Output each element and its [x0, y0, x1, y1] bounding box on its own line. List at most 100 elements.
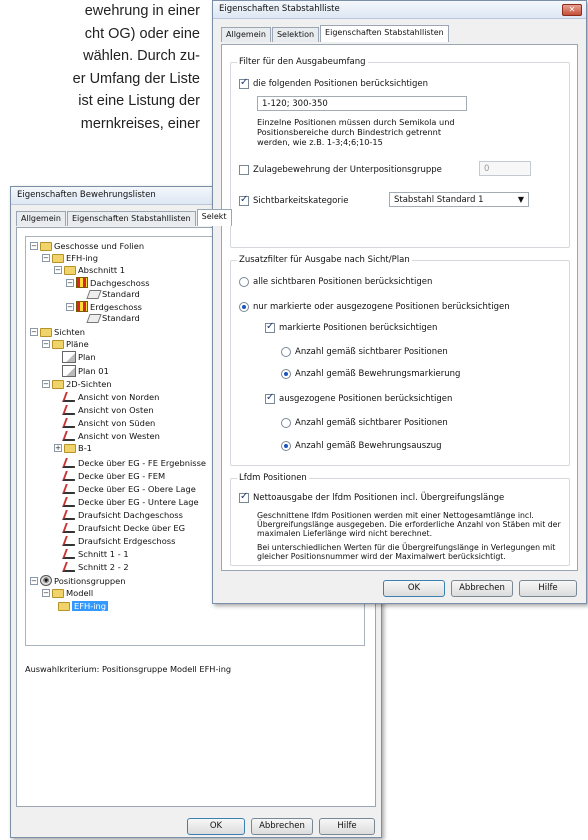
help-button[interactable]: Hilfe	[519, 580, 577, 597]
tree-node-view[interactable]: Decke über EG - FE Ergebnisse	[62, 457, 206, 469]
tab-selektion[interactable]: Selektion	[271, 27, 320, 42]
zulage-checkbox-row[interactable]: Zulagebewehrung der Unterpositionsgruppe	[239, 165, 442, 175]
doc-line: mernkreises, einer	[80, 115, 200, 132]
collapse-icon[interactable]: −	[30, 576, 38, 585]
tree-node-plaene[interactable]: − Pläne	[42, 339, 89, 349]
folder-icon	[40, 327, 52, 337]
drawn-visible-radio[interactable]	[281, 418, 291, 428]
zulage-spinner[interactable]: 0	[479, 161, 531, 176]
all-positions-radio[interactable]	[239, 277, 249, 287]
drawn-visible-radio-row[interactable]: Anzahl gemäß sichtbarer Positionen	[281, 418, 448, 428]
marked-visible-radio-row[interactable]: Anzahl gemäß sichtbarer Positionen	[281, 347, 448, 357]
collapse-icon[interactable]: −	[42, 340, 50, 348]
zusatz-group: Zusatzfilter für Ausgabe nach Sicht/Plan…	[230, 255, 570, 466]
collapse-icon[interactable]: −	[66, 302, 74, 311]
folder-icon	[52, 253, 64, 263]
tab-bar: Allgemein Eigenschaften Stabstahllisten …	[16, 209, 233, 226]
sicht-checkbox-row[interactable]: Sichtbarkeitskategorie	[239, 194, 348, 206]
help-button[interactable]: Hilfe	[319, 818, 375, 835]
tree-node-dachgeschoss[interactable]: − Dachgeschoss	[66, 277, 150, 288]
cancel-button[interactable]: Abbrechen	[451, 580, 513, 597]
drawn-checkbox-row[interactable]: ausgezogene Positionen berücksichtigen	[265, 392, 452, 404]
tab-allgemein[interactable]: Allgemein	[221, 27, 271, 42]
zusatz-legend: Zusatzfilter für Ausgabe nach Sicht/Plan	[237, 255, 412, 265]
tab-selektion[interactable]: Selekt	[196, 209, 232, 226]
all-positions-radio-row[interactable]: alle sichtbaren Positionen berücksichtig…	[239, 277, 432, 287]
collapse-icon[interactable]: −	[42, 254, 50, 262]
marked-markierung-radio[interactable]	[281, 369, 291, 379]
tree-node-standard[interactable]: Standard	[86, 289, 140, 299]
cancel-button[interactable]: Abbrechen	[251, 818, 313, 835]
positions-hint: Einzelne Positionen müssen durch Semikol…	[257, 117, 455, 147]
net-output-checkbox[interactable]	[239, 491, 249, 503]
tree-node-geschosse[interactable]: − Geschosse und Folien	[30, 241, 144, 251]
tree-node-view[interactable]: Decke über EG - Untere Lage	[62, 496, 199, 508]
stabstahlliste-dialog: Eigenschaften Stabstahlliste ✕ Allgemein…	[212, 0, 587, 604]
tab-eigenschaften-stabstahllisten[interactable]: Eigenschaften Stabstahllisten	[66, 211, 196, 226]
view-icon	[62, 561, 76, 573]
folder-icon	[64, 443, 76, 453]
tree-node-view[interactable]: Draufsicht Decke über EG	[62, 522, 185, 534]
zulage-checkbox[interactable]	[239, 165, 249, 175]
ok-button[interactable]: OK	[187, 818, 245, 835]
tree-node-b1[interactable]: + B-1	[54, 443, 92, 453]
expand-icon[interactable]: +	[54, 444, 62, 452]
tree-node-abschnitt[interactable]: − Abschnitt 1	[54, 265, 125, 275]
tree-node-view[interactable]: Ansicht von Norden	[62, 391, 159, 403]
marked-checkbox-row[interactable]: markierte Positionen berücksichtigen	[265, 321, 437, 333]
tree-node-erdgeschoss[interactable]: − Erdgeschoss	[66, 301, 142, 312]
layer-icon	[86, 313, 102, 323]
collapse-icon[interactable]: −	[30, 242, 38, 250]
doc-line: ist eine Listung der	[78, 93, 200, 109]
tree-node-view[interactable]: Draufsicht Erdgeschoss	[62, 535, 175, 547]
tree-node-view[interactable]: Ansicht von Westen	[62, 430, 160, 442]
tree-node-view[interactable]: Schnitt 1 - 1	[62, 548, 129, 560]
drawn-checkbox[interactable]	[265, 392, 275, 404]
tree-node-efh[interactable]: − EFH-ing	[42, 253, 98, 263]
tree-node-sichten[interactable]: − Sichten	[30, 327, 85, 337]
layer-icon	[86, 289, 102, 299]
marked-markierung-radio-row[interactable]: Anzahl gemäß Bewehrungsmarkierung	[281, 369, 460, 379]
tree-node-view[interactable]: Schnitt 2 - 2	[62, 561, 129, 573]
ok-button[interactable]: OK	[383, 580, 445, 597]
positions-checkbox[interactable]	[239, 77, 249, 89]
net-output-checkbox-row[interactable]: Nettoausgabe der lfdm Positionen incl. Ü…	[239, 491, 504, 503]
tree-node-view[interactable]: Decke über EG - Obere Lage	[62, 483, 196, 495]
marked-or-drawn-radio[interactable]	[239, 302, 249, 312]
marked-visible-radio[interactable]	[281, 347, 291, 357]
tree-node-view[interactable]: Ansicht von Süden	[62, 417, 155, 429]
filter-legend: Filter für den Ausgabeumfang	[237, 57, 368, 67]
view-icon	[62, 483, 76, 495]
tree-node-standard[interactable]: Standard	[86, 313, 140, 323]
drawn-auszug-radio-row[interactable]: Anzahl gemäß Bewehrungsauszug	[281, 441, 441, 451]
marked-checkbox[interactable]	[265, 321, 275, 333]
lfdm-group: Lfdm Positionen Nettoausgabe der lfdm Po…	[230, 473, 570, 566]
tree-node-plan-01[interactable]: Plan 01	[62, 365, 109, 377]
tab-allgemein[interactable]: Allgemein	[16, 211, 66, 226]
positions-input[interactable]: 1-120; 300-350	[257, 96, 467, 111]
tree-node-view[interactable]: Draufsicht Dachgeschoss	[62, 509, 183, 521]
collapse-icon[interactable]: −	[54, 266, 62, 274]
collapse-icon[interactable]: −	[66, 278, 74, 287]
dialog-title: Eigenschaften Stabstahlliste	[213, 1, 586, 19]
sicht-select[interactable]: Stabstahl Standard 1 ▼	[389, 192, 529, 207]
close-icon[interactable]: ✕	[562, 4, 582, 16]
sicht-checkbox[interactable]	[239, 194, 249, 206]
tree-node-positionsgruppen[interactable]: − ◉ Positionsgruppen	[30, 575, 125, 586]
view-icon	[62, 496, 76, 508]
drawn-auszug-radio[interactable]	[281, 441, 291, 451]
folder-icon	[52, 588, 64, 598]
collapse-icon[interactable]: −	[42, 380, 50, 388]
tree-node-view[interactable]: Ansicht von Osten	[62, 404, 154, 416]
tree-node-2d-sichten[interactable]: −2D-Sichten	[42, 379, 112, 389]
tree-node-modell[interactable]: − Modell	[42, 588, 93, 598]
tree-node-efh-selected[interactable]: EFH-ing	[58, 601, 109, 611]
collapse-icon[interactable]: −	[30, 328, 38, 336]
tree-node-view[interactable]: Decke über EG - FEM	[62, 470, 165, 482]
tree-node-plan[interactable]: Plan	[62, 351, 96, 363]
collapse-icon[interactable]: −	[42, 589, 50, 597]
lfdm-max-note: Bei unterschiedlichen Werten für die Übe…	[257, 543, 556, 561]
positions-checkbox-row[interactable]: die folgenden Positionen berücksichtigen	[239, 77, 428, 89]
tab-eigenschaften-stabstahllisten[interactable]: Eigenschaften Stabstahllisten	[320, 25, 449, 42]
marked-or-drawn-radio-row[interactable]: nur markierte oder ausgezogene Positione…	[239, 302, 510, 312]
